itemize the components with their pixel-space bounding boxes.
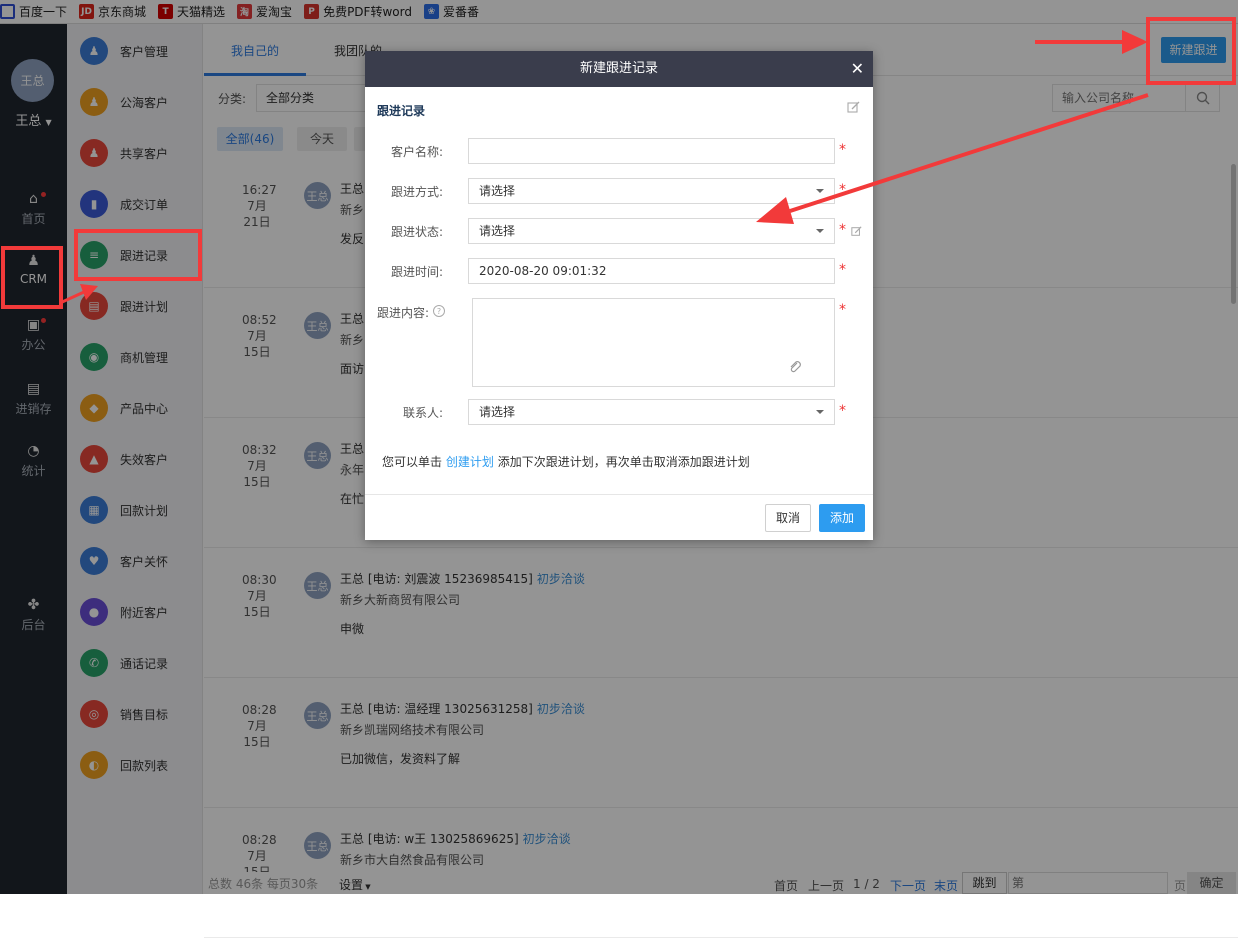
content-label: 跟进内容: — [377, 306, 430, 320]
status-row: 跟进状态: 请选择 * — [365, 218, 873, 244]
close-icon[interactable]: ✕ — [851, 51, 864, 87]
new-followup-dialog: 新建跟进记录 ✕ 跟进记录 客户名称: * 跟进方式: 请选择 * 跟进状态: … — [365, 51, 873, 540]
status-label: 跟进状态: — [390, 225, 443, 239]
required-mark: * — [839, 142, 846, 158]
caret-down-icon — [816, 229, 824, 233]
highlight-followup-record — [74, 229, 202, 281]
time-value: 2020-08-20 09:01:32 — [479, 264, 607, 278]
method-label: 跟进方式: — [390, 185, 443, 199]
hint-suffix: 添加下次跟进计划，再次单击取消添加跟进计划 — [497, 455, 750, 469]
method-row: 跟进方式: 请选择 * — [365, 178, 873, 204]
customer-label: 客户名称: — [390, 145, 443, 159]
followup-status-select[interactable]: 请选择 — [468, 218, 835, 244]
time-label: 跟进时间: — [390, 265, 443, 279]
caret-down-icon — [816, 189, 824, 193]
highlight-crm-nav — [1, 246, 63, 309]
dialog-header: 新建跟进记录 ✕ — [365, 51, 873, 87]
contact-value: 请选择 — [479, 405, 516, 419]
dialog-title: 新建跟进记录 — [579, 61, 658, 76]
customer-name-input[interactable] — [468, 138, 835, 164]
create-plan-link[interactable]: 创建计划 — [446, 455, 494, 469]
required-mark: * — [839, 222, 846, 238]
followup-content-textarea[interactable] — [472, 298, 835, 387]
required-mark: * — [839, 262, 846, 278]
followup-time-input[interactable]: 2020-08-20 09:01:32 — [468, 258, 835, 284]
contact-label: 联系人: — [402, 406, 443, 420]
edit-icon[interactable] — [847, 101, 860, 114]
followup-method-select[interactable]: 请选择 — [468, 178, 835, 204]
plan-hint: 您可以单击 创建计划 添加下次跟进计划，再次单击取消添加跟进计划 — [382, 453, 750, 470]
add-button[interactable]: 添加 — [819, 504, 865, 532]
highlight-new-followup — [1146, 17, 1236, 85]
required-mark: * — [839, 302, 846, 318]
time-row: 跟进时间: 2020-08-20 09:01:32 * — [365, 258, 873, 284]
contact-row: 联系人: 请选择 * — [365, 399, 873, 425]
method-value: 请选择 — [479, 184, 516, 198]
caret-down-icon — [816, 410, 824, 414]
hint-prefix: 您可以单击 — [382, 455, 443, 469]
edit-status-icon[interactable] — [851, 226, 862, 237]
status-value: 请选择 — [479, 224, 516, 238]
customer-row: 客户名称: * — [365, 138, 873, 164]
content-row: 跟进内容: ? * — [365, 298, 873, 388]
cancel-button[interactable]: 取消 — [765, 504, 811, 532]
section-title: 跟进记录 — [377, 104, 426, 118]
dialog-footer-divider — [365, 494, 873, 495]
contact-select[interactable]: 请选择 — [468, 399, 835, 425]
required-mark: * — [839, 403, 846, 419]
paperclip-icon[interactable] — [788, 360, 802, 374]
required-mark: * — [839, 182, 846, 198]
help-icon[interactable]: ? — [433, 305, 445, 317]
